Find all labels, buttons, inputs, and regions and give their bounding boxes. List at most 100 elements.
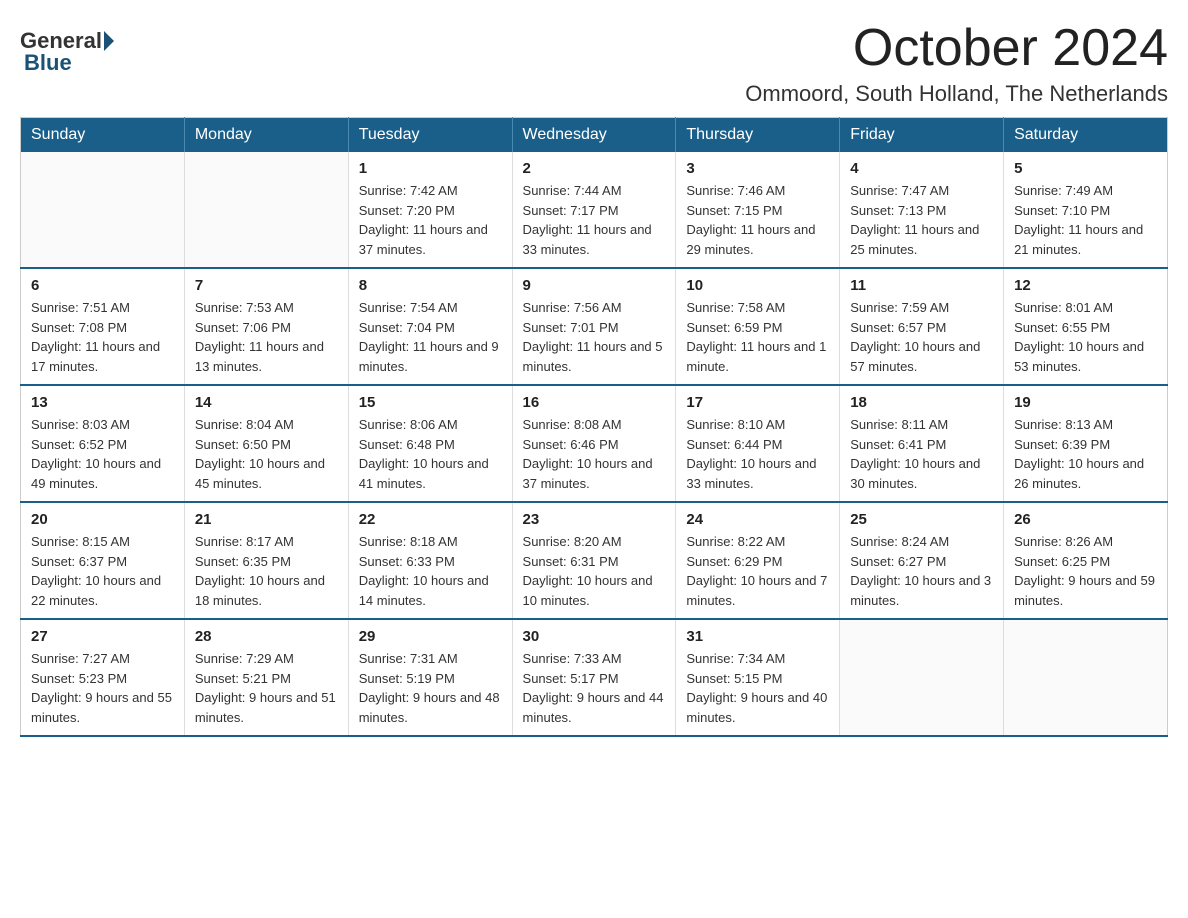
calendar-cell: 7 Sunrise: 7:53 AMSunset: 7:06 PMDaylight… <box>184 268 348 385</box>
calendar-week-row: 27Sunrise: 7:27 AMSunset: 5:23 PMDayligh… <box>21 619 1168 736</box>
weekday-header-thursday: Thursday <box>676 118 840 153</box>
day-info: Sunrise: 7:49 AMSunset: 7:10 PMDaylight:… <box>1014 181 1157 259</box>
location-title: Ommoord, South Holland, The Netherlands <box>745 81 1168 107</box>
calendar-cell: 13 Sunrise: 8:03 AMSunset: 6:52 PMDayligh… <box>21 385 185 502</box>
day-info: Sunrise: 8:01 AMSunset: 6:55 PMDaylight:… <box>1014 298 1157 376</box>
day-info: Sunrise: 7:46 AMSunset: 7:15 PMDaylight:… <box>686 181 829 259</box>
page-header: General Blue October 2024 Ommoord, South… <box>20 20 1168 107</box>
day-info: Sunrise: 7:58 AMSunset: 6:59 PMDaylight:… <box>686 298 829 376</box>
day-number: 8 <box>359 277 502 294</box>
title-block: October 2024 Ommoord, South Holland, The… <box>745 20 1168 107</box>
day-info: Sunrise: 8:04 AMSunset: 6:50 PMDaylight:… <box>195 415 338 493</box>
day-info: Sunrise: 7:54 AMSunset: 7:04 PMDaylight:… <box>359 298 502 376</box>
calendar-cell: 3 Sunrise: 7:46 AMSunset: 7:15 PMDaylight… <box>676 152 840 268</box>
day-info: Sunrise: 8:20 AMSunset: 6:31 PMDaylight:… <box>523 532 666 610</box>
day-number: 9 <box>523 277 666 294</box>
calendar-cell: 27Sunrise: 7:27 AMSunset: 5:23 PMDayligh… <box>21 619 185 736</box>
calendar-cell <box>21 152 185 268</box>
day-info: Sunrise: 8:03 AMSunset: 6:52 PMDaylight:… <box>31 415 174 493</box>
weekday-header-friday: Friday <box>840 118 1004 153</box>
calendar-cell: 22 Sunrise: 8:18 AMSunset: 6:33 PMDayligh… <box>348 502 512 619</box>
weekday-header-tuesday: Tuesday <box>348 118 512 153</box>
calendar-cell: 25 Sunrise: 8:24 AMSunset: 6:27 PMDayligh… <box>840 502 1004 619</box>
calendar-cell: 2 Sunrise: 7:44 AMSunset: 7:17 PMDaylight… <box>512 152 676 268</box>
calendar-cell: 28 Sunrise: 7:29 AMSunset: 5:21 PMDayligh… <box>184 619 348 736</box>
day-number: 19 <box>1014 394 1157 411</box>
day-info: Sunrise: 7:29 AMSunset: 5:21 PMDaylight:… <box>195 649 338 727</box>
day-info: Sunrise: 8:17 AMSunset: 6:35 PMDaylight:… <box>195 532 338 610</box>
calendar-cell: 16 Sunrise: 8:08 AMSunset: 6:46 PMDayligh… <box>512 385 676 502</box>
day-info: Sunrise: 8:26 AMSunset: 6:25 PMDaylight:… <box>1014 532 1157 610</box>
weekday-header-monday: Monday <box>184 118 348 153</box>
day-number: 25 <box>850 511 993 528</box>
calendar-cell: 15Sunrise: 8:06 AMSunset: 6:48 PMDayligh… <box>348 385 512 502</box>
calendar-cell: 10 Sunrise: 7:58 AMSunset: 6:59 PMDayligh… <box>676 268 840 385</box>
logo-blue-text: Blue <box>24 50 72 76</box>
day-info: Sunrise: 7:53 AMSunset: 7:06 PMDaylight:… <box>195 298 338 376</box>
day-info: Sunrise: 7:42 AMSunset: 7:20 PMDaylight:… <box>359 181 502 259</box>
day-number: 30 <box>523 628 666 645</box>
calendar-cell: 4Sunrise: 7:47 AMSunset: 7:13 PMDaylight… <box>840 152 1004 268</box>
day-info: Sunrise: 7:59 AMSunset: 6:57 PMDaylight:… <box>850 298 993 376</box>
day-info: Sunrise: 7:51 AMSunset: 7:08 PMDaylight:… <box>31 298 174 376</box>
calendar-cell <box>840 619 1004 736</box>
calendar-cell: 29Sunrise: 7:31 AMSunset: 5:19 PMDayligh… <box>348 619 512 736</box>
calendar-cell: 19 Sunrise: 8:13 AMSunset: 6:39 PMDayligh… <box>1004 385 1168 502</box>
day-info: Sunrise: 8:15 AMSunset: 6:37 PMDaylight:… <box>31 532 174 610</box>
calendar-cell: 6 Sunrise: 7:51 AMSunset: 7:08 PMDaylight… <box>21 268 185 385</box>
day-info: Sunrise: 8:10 AMSunset: 6:44 PMDaylight:… <box>686 415 829 493</box>
day-number: 26 <box>1014 511 1157 528</box>
calendar-cell <box>1004 619 1168 736</box>
day-number: 18 <box>850 394 993 411</box>
day-number: 13 <box>31 394 174 411</box>
day-info: Sunrise: 8:06 AMSunset: 6:48 PMDaylight:… <box>359 415 502 493</box>
day-info: Sunrise: 8:22 AMSunset: 6:29 PMDaylight:… <box>686 532 829 610</box>
day-info: Sunrise: 7:47 AMSunset: 7:13 PMDaylight:… <box>850 181 993 259</box>
calendar-cell: 12Sunrise: 8:01 AMSunset: 6:55 PMDayligh… <box>1004 268 1168 385</box>
day-number: 10 <box>686 277 829 294</box>
logo-arrow-icon <box>104 31 114 51</box>
day-number: 3 <box>686 160 829 177</box>
day-number: 22 <box>359 511 502 528</box>
day-info: Sunrise: 8:13 AMSunset: 6:39 PMDaylight:… <box>1014 415 1157 493</box>
calendar-cell <box>184 152 348 268</box>
day-info: Sunrise: 7:33 AMSunset: 5:17 PMDaylight:… <box>523 649 666 727</box>
day-info: Sunrise: 8:11 AMSunset: 6:41 PMDaylight:… <box>850 415 993 493</box>
calendar-cell: 26 Sunrise: 8:26 AMSunset: 6:25 PMDayligh… <box>1004 502 1168 619</box>
calendar-week-row: 13 Sunrise: 8:03 AMSunset: 6:52 PMDayligh… <box>21 385 1168 502</box>
day-number: 17 <box>686 394 829 411</box>
calendar-cell: 8 Sunrise: 7:54 AMSunset: 7:04 PMDaylight… <box>348 268 512 385</box>
day-number: 6 <box>31 277 174 294</box>
day-number: 24 <box>686 511 829 528</box>
day-info: Sunrise: 8:24 AMSunset: 6:27 PMDaylight:… <box>850 532 993 610</box>
day-number: 29 <box>359 628 502 645</box>
day-info: Sunrise: 8:08 AMSunset: 6:46 PMDaylight:… <box>523 415 666 493</box>
day-info: Sunrise: 7:44 AMSunset: 7:17 PMDaylight:… <box>523 181 666 259</box>
weekday-header-sunday: Sunday <box>21 118 185 153</box>
calendar-cell: 11 Sunrise: 7:59 AMSunset: 6:57 PMDayligh… <box>840 268 1004 385</box>
day-number: 2 <box>523 160 666 177</box>
calendar-cell: 9 Sunrise: 7:56 AMSunset: 7:01 PMDaylight… <box>512 268 676 385</box>
calendar-week-row: 1 Sunrise: 7:42 AMSunset: 7:20 PMDaylight… <box>21 152 1168 268</box>
day-number: 14 <box>195 394 338 411</box>
calendar-cell: 18 Sunrise: 8:11 AMSunset: 6:41 PMDayligh… <box>840 385 1004 502</box>
day-number: 11 <box>850 277 993 294</box>
calendar-cell: 31 Sunrise: 7:34 AMSunset: 5:15 PMDayligh… <box>676 619 840 736</box>
day-info: Sunrise: 7:56 AMSunset: 7:01 PMDaylight:… <box>523 298 666 376</box>
day-number: 23 <box>523 511 666 528</box>
calendar-cell: 20Sunrise: 8:15 AMSunset: 6:37 PMDayligh… <box>21 502 185 619</box>
day-number: 7 <box>195 277 338 294</box>
calendar-cell: 24 Sunrise: 8:22 AMSunset: 6:29 PMDayligh… <box>676 502 840 619</box>
day-number: 27 <box>31 628 174 645</box>
calendar-cell: 30 Sunrise: 7:33 AMSunset: 5:17 PMDayligh… <box>512 619 676 736</box>
day-number: 28 <box>195 628 338 645</box>
day-info: Sunrise: 7:34 AMSunset: 5:15 PMDaylight:… <box>686 649 829 727</box>
weekday-header-row: SundayMondayTuesdayWednesdayThursdayFrid… <box>21 118 1168 153</box>
day-info: Sunrise: 8:18 AMSunset: 6:33 PMDaylight:… <box>359 532 502 610</box>
day-number: 1 <box>359 160 502 177</box>
day-number: 31 <box>686 628 829 645</box>
day-number: 16 <box>523 394 666 411</box>
calendar-cell: 23 Sunrise: 8:20 AMSunset: 6:31 PMDayligh… <box>512 502 676 619</box>
calendar-cell: 5Sunrise: 7:49 AMSunset: 7:10 PMDaylight… <box>1004 152 1168 268</box>
calendar-week-row: 6 Sunrise: 7:51 AMSunset: 7:08 PMDaylight… <box>21 268 1168 385</box>
